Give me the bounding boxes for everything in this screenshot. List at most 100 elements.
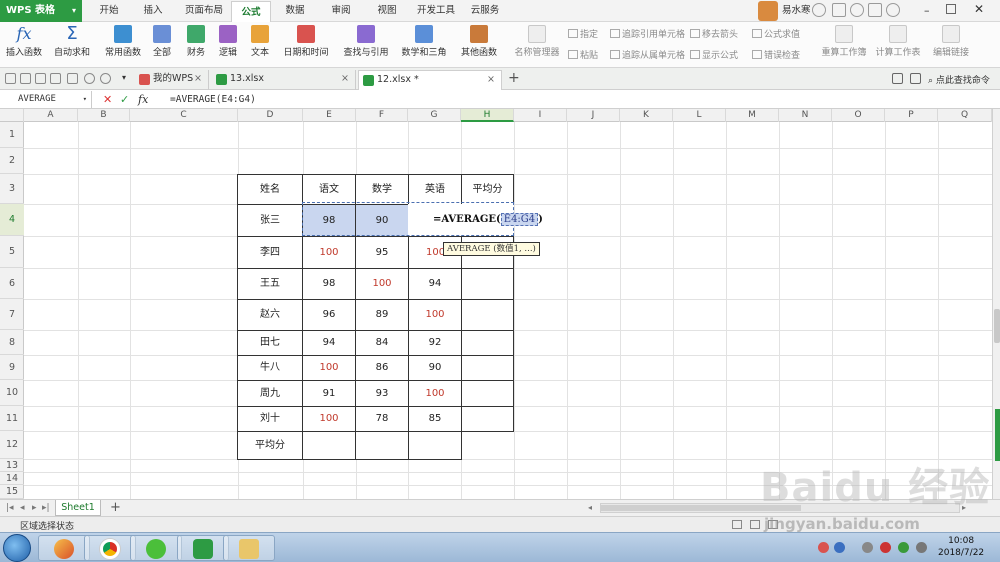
- scroll-left-icon[interactable]: ◂: [588, 503, 592, 512]
- table-cell[interactable]: 赵六: [237, 299, 303, 331]
- error-check-button[interactable]: 错误检查: [752, 48, 800, 61]
- redo-icon[interactable]: [100, 73, 111, 84]
- table-cell[interactable]: 84: [355, 330, 409, 356]
- app-menu-button[interactable]: WPS 表格 ▾: [0, 0, 82, 22]
- column-header[interactable]: C: [130, 109, 238, 122]
- edit-links-button[interactable]: 编辑链接: [930, 22, 972, 66]
- tray-arrow-icon[interactable]: [862, 542, 873, 553]
- trace-dependents-button[interactable]: 追踪从属单元格: [610, 48, 685, 61]
- table-cell[interactable]: 89: [355, 299, 409, 331]
- table-cell[interactable]: [461, 355, 514, 381]
- column-header[interactable]: F: [356, 109, 408, 122]
- security-icon[interactable]: [898, 542, 909, 553]
- close-icon[interactable]: ×: [487, 71, 495, 89]
- table-cell[interactable]: 96: [302, 299, 356, 331]
- column-header[interactable]: K: [620, 109, 673, 122]
- table-header[interactable]: 英语: [408, 174, 462, 205]
- cloud-icon[interactable]: [850, 3, 864, 17]
- row-header[interactable]: 9: [0, 355, 24, 380]
- column-header[interactable]: B: [78, 109, 130, 122]
- name-box[interactable]: AVERAGE ▾: [0, 91, 92, 108]
- table-cell[interactable]: 90: [408, 355, 462, 381]
- close-icon[interactable]: ✕: [964, 2, 994, 16]
- table-cell[interactable]: 田七: [237, 330, 303, 356]
- text-button[interactable]: 文本: [248, 22, 272, 66]
- table-header[interactable]: 数学: [355, 174, 409, 205]
- insert-function-button[interactable]: fx 插入函数: [2, 22, 46, 66]
- tab-13-xlsx[interactable]: 13.xlsx ×: [212, 70, 356, 90]
- all-functions-button[interactable]: 全部: [150, 22, 174, 66]
- row-header[interactable]: 8: [0, 330, 24, 355]
- chevron-down-icon[interactable]: ▾: [122, 73, 126, 82]
- column-header[interactable]: J: [567, 109, 620, 122]
- skin-icon[interactable]: [812, 3, 826, 17]
- row-header[interactable]: 11: [0, 406, 24, 431]
- column-header[interactable]: M: [726, 109, 779, 122]
- column-header[interactable]: G: [408, 109, 461, 122]
- close-icon[interactable]: ×: [341, 70, 349, 88]
- row-header[interactable]: 3: [0, 174, 24, 204]
- table-cell[interactable]: 78: [355, 406, 409, 432]
- chevron-down-icon[interactable]: ▾: [83, 91, 87, 108]
- row-header[interactable]: 10: [0, 380, 24, 406]
- row-header[interactable]: 15: [0, 485, 24, 499]
- side-panel-handle[interactable]: [995, 409, 1000, 461]
- table-header[interactable]: 平均分: [461, 174, 514, 205]
- volume-icon[interactable]: [916, 542, 927, 553]
- column-header[interactable]: N: [779, 109, 832, 122]
- autosum-button[interactable]: Σ 自动求和: [50, 22, 94, 66]
- table-cell[interactable]: 92: [408, 330, 462, 356]
- taskbar-chrome[interactable]: [84, 535, 136, 561]
- row-header[interactable]: 4: [0, 204, 24, 236]
- minimize-icon[interactable]: –: [924, 4, 930, 17]
- tab-12-xlsx[interactable]: 12.xlsx * ×: [358, 70, 502, 90]
- table-cell[interactable]: 100: [408, 299, 462, 331]
- common-functions-button[interactable]: 常用函数: [100, 22, 146, 66]
- column-header[interactable]: D: [238, 109, 303, 122]
- column-header[interactable]: O: [832, 109, 885, 122]
- table-cell[interactable]: 平均分: [237, 431, 303, 460]
- table-cell[interactable]: [461, 406, 514, 432]
- table-cell[interactable]: 100: [408, 380, 462, 407]
- menu-page-layout[interactable]: 页面布局: [178, 0, 230, 22]
- table-cell[interactable]: 刘十: [237, 406, 303, 432]
- lookup-button[interactable]: 查找与引用: [340, 22, 392, 66]
- column-header[interactable]: P: [885, 109, 938, 122]
- table-cell[interactable]: [461, 380, 514, 407]
- table-cell[interactable]: 100: [355, 268, 409, 300]
- cancel-icon[interactable]: ✕: [103, 92, 112, 107]
- trace-precedents-button[interactable]: 追踪引用单元格: [610, 27, 685, 40]
- network-icon[interactable]: [880, 542, 891, 553]
- menu-formulas[interactable]: 公式: [231, 1, 271, 23]
- math-trig-button[interactable]: 数学和三角: [398, 22, 450, 66]
- logical-button[interactable]: 逻辑: [216, 22, 240, 66]
- help-icon[interactable]: [886, 3, 900, 17]
- table-cell[interactable]: 98: [302, 268, 356, 300]
- first-sheet-icon[interactable]: |◂: [6, 503, 14, 513]
- clock[interactable]: 10:08 2018/7/22: [938, 535, 984, 559]
- table-cell[interactable]: 王五: [237, 268, 303, 300]
- table-cell[interactable]: 100: [302, 406, 356, 432]
- table-cell[interactable]: 牛八: [237, 355, 303, 381]
- page-layout-icon[interactable]: [750, 520, 760, 529]
- name-manager-button[interactable]: 名称管理器: [512, 22, 562, 66]
- menu-data[interactable]: 数据: [276, 0, 314, 22]
- user-name[interactable]: 易水寒: [782, 0, 811, 22]
- table-cell[interactable]: 94: [302, 330, 356, 356]
- more-functions-button[interactable]: 其他函数: [456, 22, 502, 66]
- print-icon[interactable]: [35, 73, 46, 84]
- avatar[interactable]: [758, 1, 778, 21]
- formula-input[interactable]: =AVERAGE(E4:G4): [170, 91, 256, 108]
- tab-list-icon[interactable]: [892, 73, 903, 84]
- row-header[interactable]: 7: [0, 299, 24, 330]
- specify-button[interactable]: 指定: [568, 27, 598, 40]
- taskbar-wps-sheet[interactable]: [177, 535, 229, 561]
- prev-sheet-icon[interactable]: ◂: [20, 503, 25, 513]
- row-header[interactable]: 1: [0, 122, 24, 148]
- table-cell[interactable]: 91: [302, 380, 356, 407]
- table-cell[interactable]: [408, 431, 462, 460]
- taskbar-explorer[interactable]: [223, 535, 275, 561]
- row-header[interactable]: 6: [0, 268, 24, 299]
- column-header[interactable]: A: [24, 109, 78, 122]
- taskbar-app[interactable]: [38, 535, 90, 561]
